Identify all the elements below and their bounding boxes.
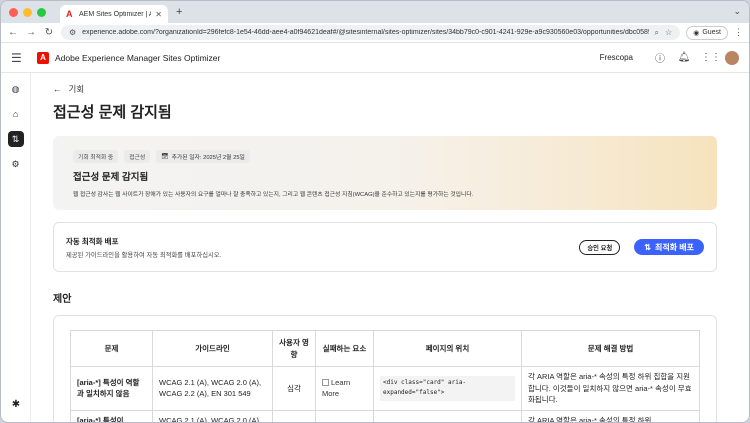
failing-element-cell — [315, 409, 374, 422]
home-icon[interactable]: ⌂ — [8, 106, 24, 122]
fix-cell: 각 ARIA 역할은 aria-* 속성의 특정 하위 — [521, 409, 700, 422]
table-row: [aria-*] 특성이 역할과 일치하지 않음 WCAG 2.1 (A), W… — [70, 366, 700, 411]
user-avatar[interactable] — [725, 50, 739, 65]
window-controls — [9, 7, 46, 17]
browser-window: A AEM Sites Optimizer | Adobe ✕ + ⌄ ← → … — [0, 0, 750, 423]
issue-cell: [aria-*] 특성이 역할과 일치하지 않음 — [70, 366, 153, 411]
apps-grid-icon[interactable]: ⋮⋮ — [701, 52, 721, 63]
tab-bar: A AEM Sites Optimizer | Adobe ✕ + ⌄ — [1, 1, 749, 23]
browser-tab[interactable]: A AEM Sites Optimizer | Adobe ✕ — [60, 5, 168, 23]
app-body: ◍ ⌂ ⇅ ⚙ ✱ ← 기회 접근성 문제 감지됨 기회 최적화 중 접근성 📅… — [1, 73, 749, 422]
guideline-cell: WCAG 2.1 (A), WCAG 2.0 (A), — [152, 409, 273, 422]
browser-menu-icon[interactable]: ⋮ — [734, 27, 743, 38]
bookmark-star-icon[interactable]: ☆ — [665, 28, 672, 37]
deploy-button-label: 최적화 배포 — [654, 242, 694, 252]
tab-title: AEM Sites Optimizer | Adobe — [79, 10, 151, 18]
back-link[interactable]: ← 기회 — [53, 83, 717, 95]
fix-cell: 각 ARIA 역할은 aria-* 속성의 특정 하위 집합을 지원합니다. 이… — [521, 366, 700, 411]
hamburger-menu-icon[interactable]: ☰ — [11, 51, 27, 65]
issue-cell: [aria-*] 특성이 — [70, 409, 153, 422]
broken-image: Learn More — [322, 378, 350, 398]
hero-tags: 기회 최적화 중 접근성 📅︎ 추가된 일자: 2025년 2월 25일 — [73, 150, 697, 163]
status-tag: 기회 최적화 중 — [73, 150, 119, 163]
auto-optimize-subtitle: 제공된 가이드라인을 활용하여 자동 최적화를 배포하십시오. — [66, 251, 222, 259]
app-header: ☰ A Adobe Experience Manager Sites Optim… — [1, 43, 749, 73]
left-rail: ◍ ⌂ ⇅ ⚙ ✱ — [1, 73, 31, 422]
column-header-guideline: 가이드라인 — [152, 330, 273, 367]
table-row: [aria-*] 특성이 WCAG 2.1 (A), WCAG 2.0 (A),… — [70, 409, 700, 422]
hero-title: 접근성 문제 감지됨 — [73, 172, 149, 183]
suggestions-heading: 제안 — [53, 294, 72, 305]
table-header-row: 문제 가이드라인 사용자 영향 실패하는 요소 페이지의 위치 문제 해결 방법 — [70, 330, 700, 367]
maximize-window-button[interactable] — [37, 7, 46, 17]
column-header-issue: 문제 — [70, 330, 153, 367]
close-window-button[interactable] — [9, 7, 18, 17]
column-header-fix: 문제 해결 방법 — [521, 330, 700, 367]
new-tab-icon[interactable]: + — [176, 6, 182, 18]
impact-cell: 심각 — [272, 366, 316, 411]
tab-list-chevron-icon[interactable]: ⌄ — [733, 6, 741, 17]
location-cell: <div class="card" aria-expanded="false"> — [373, 366, 522, 411]
guideline-cell: WCAG 2.1 (A), WCAG 2.0 (A), WCAG 2.2 (A)… — [152, 366, 273, 411]
column-header-impact: 사용자 영향 — [272, 330, 316, 367]
back-arrow-icon: ← — [53, 84, 62, 94]
settings-gear-icon[interactable]: ⚙ — [8, 156, 24, 172]
opportunity-hero-card: 기회 최적화 중 접근성 📅︎ 추가된 일자: 2025년 2월 25일 접근성… — [53, 136, 717, 210]
broken-image-icon — [322, 379, 329, 387]
site-info-icon[interactable]: ⚙ — [69, 28, 76, 37]
minimize-window-button[interactable] — [23, 7, 32, 17]
auto-optimize-title: 자동 최적화 배포 — [66, 236, 119, 246]
main-content: ← 기회 접근성 문제 감지됨 기회 최적화 중 접근성 📅︎ 추가된 일자: … — [31, 73, 749, 422]
column-header-failing-element: 실패하는 요소 — [315, 330, 374, 367]
guest-label: Guest — [702, 29, 721, 36]
hero-description: 웹 접근성 감사는 웹 사이트가 장애가 있는 사용자의 요구를 얼마나 잘 충… — [73, 192, 474, 198]
forward-arrow-icon[interactable]: → — [25, 27, 37, 38]
auto-optimize-text: 자동 최적화 배포 제공된 가이드라인을 활용하여 자동 최적화를 배포하십시오… — [66, 236, 579, 259]
location-cell — [373, 409, 522, 422]
opportunities-icon[interactable]: ⇅ — [7, 131, 24, 147]
auto-optimize-panel: 자동 최적화 배포 제공된 가이드라인을 활용하여 자동 최적화를 배포하십시오… — [53, 222, 717, 272]
suggestions-table-container: 문제 가이드라인 사용자 영향 실패하는 요소 페이지의 위치 문제 해결 방법… — [53, 315, 717, 422]
suggestions-table: 문제 가이드라인 사용자 영향 실패하는 요소 페이지의 위치 문제 해결 방법… — [70, 330, 700, 422]
profile-button[interactable]: ◉ Guest — [686, 25, 728, 40]
help-icon[interactable]: ⓘ — [653, 50, 667, 65]
app-title: Adobe Experience Manager Sites Optimizer — [55, 52, 221, 63]
request-approval-button[interactable]: 승인 요청 — [579, 239, 621, 255]
back-link-label: 기회 — [68, 84, 85, 94]
notifications-bell-icon[interactable]: 🔔︎ — [677, 52, 691, 63]
reload-icon[interactable]: ↻ — [43, 27, 55, 38]
address-bar: ← → ↻ ⚙ experience.adobe.com/?organizati… — [1, 23, 749, 43]
date-tag: 📅︎ 추가된 일자: 2025년 2월 25일 — [156, 150, 250, 163]
org-switcher[interactable]: Frescopa — [600, 53, 633, 62]
globe-icon[interactable]: ◍ — [8, 81, 24, 97]
date-tag-label: 추가된 일자: 2025년 2월 25일 — [171, 155, 245, 161]
category-tag: 접근성 — [124, 150, 151, 163]
calendar-icon: 📅︎ — [161, 153, 169, 160]
slack-icon[interactable]: ✱ — [8, 396, 24, 412]
page-title: 접근성 문제 감지됨 — [53, 104, 172, 121]
profile-icon: ◉ — [693, 29, 700, 37]
impact-cell — [272, 409, 316, 422]
url-text: experience.adobe.com/?organizationId=296… — [82, 29, 649, 36]
adobe-favicon-icon: A — [66, 8, 73, 19]
deploy-icon: ⇅ — [644, 242, 651, 252]
back-arrow-icon[interactable]: ← — [7, 27, 19, 38]
close-tab-icon[interactable]: ✕ — [155, 10, 162, 19]
zoom-icon[interactable]: ⌕ — [655, 28, 659, 38]
failing-element-cell: Learn More — [315, 366, 374, 411]
location-code: <div class="card" aria-expanded="false"> — [380, 376, 515, 401]
url-field[interactable]: ⚙ experience.adobe.com/?organizationId=2… — [61, 25, 681, 40]
adobe-logo-icon: A — [37, 51, 49, 64]
deploy-optimization-button[interactable]: ⇅ 최적화 배포 — [634, 239, 704, 255]
column-header-location: 페이지의 위치 — [373, 330, 522, 367]
